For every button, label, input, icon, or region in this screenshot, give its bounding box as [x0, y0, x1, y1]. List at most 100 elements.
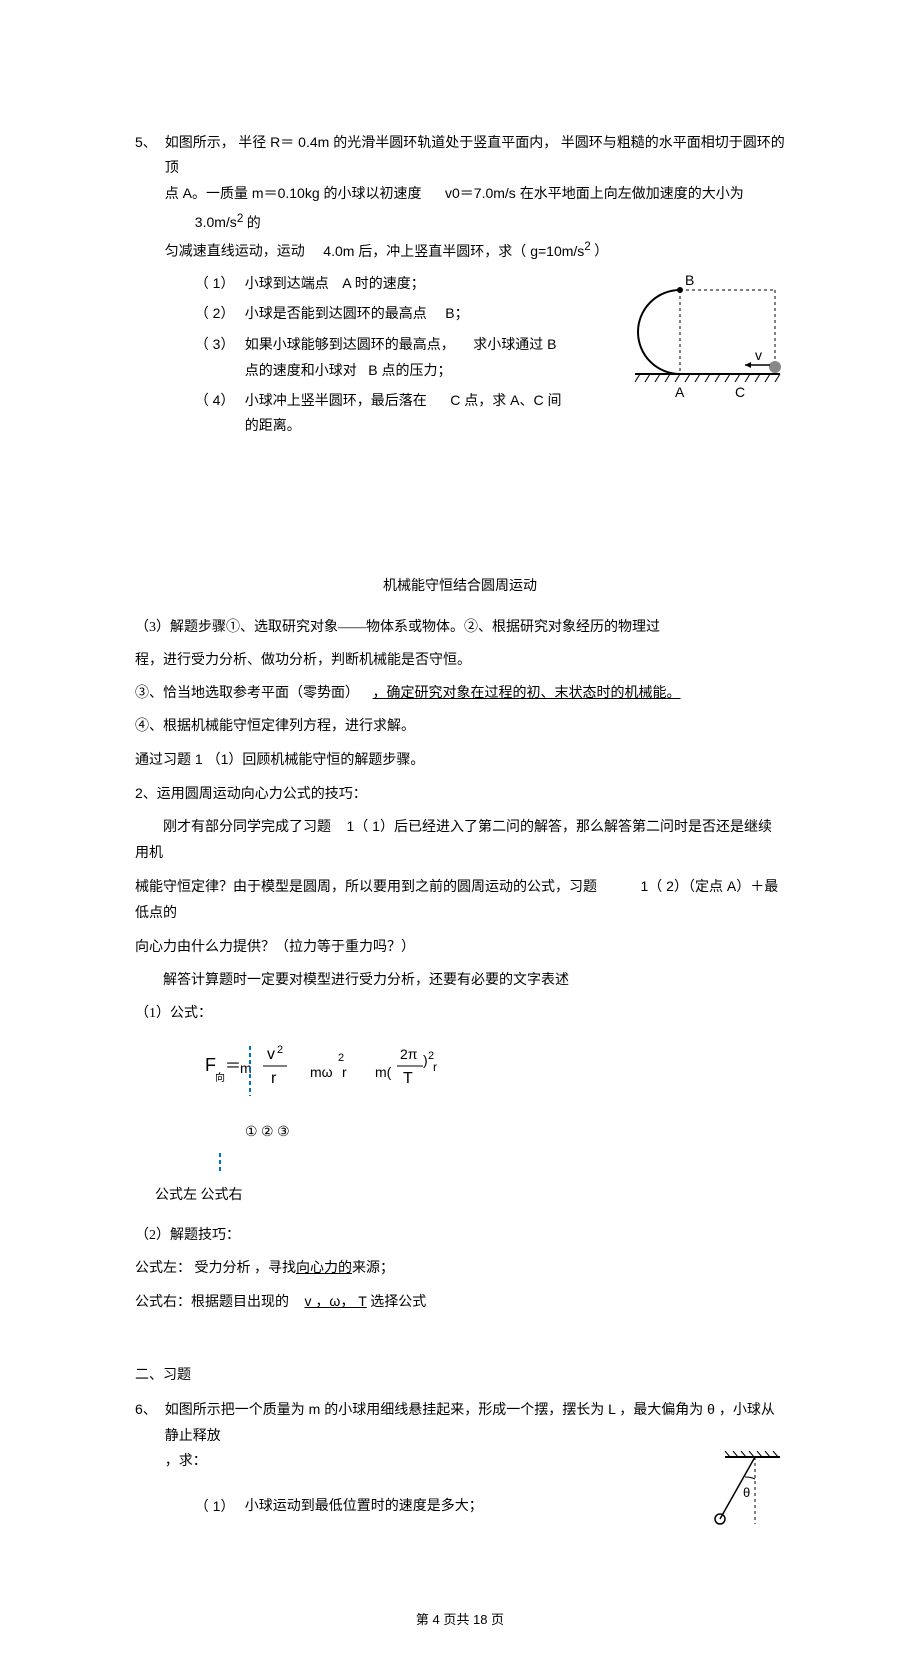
question-5: 5、 如图所示， 半径 R＝ 0.4m 的光滑半圆环轨道处于竖直平面内， 半圆环…: [135, 130, 785, 444]
q5-line2d: 的: [243, 216, 261, 231]
q5-sub4-text: 小球冲上竖半圆环，最后落在 C 点，求 A、C 间 的距离。: [245, 388, 585, 439]
q6-text: 如图所示把一个质量为 m 的小球用细线悬挂起来，形成一个摆，摆长为 L ，最大偏…: [165, 1401, 775, 1443]
page-footer: 第 4 页共 18 页: [135, 1608, 785, 1631]
svg-text:): ): [423, 1052, 428, 1068]
para-1: （3）解题步骤①、选取研究对象——物体系或物体。②、根据研究对象经历的物理过: [135, 615, 785, 640]
question-6: 6、 如图所示把一个质量为 m 的小球用细线悬挂起来，形成一个摆，摆长为 L ，…: [135, 1397, 785, 1549]
para-9: 向心力由什么力提供？（拉力等于重力吗？）: [135, 935, 785, 960]
svg-text:＝: ＝: [225, 1058, 241, 1075]
q5-line3: 匀减速直线运动，运动: [165, 245, 305, 260]
formula-bottom: 公式左 公式右: [155, 1183, 785, 1208]
para-8: 械能守恒定律？由于模型是圆周，所以要用到之前的圆周运动的公式，习题 1（ 2）（…: [135, 874, 785, 926]
q5-sub1b: A 时的速度；: [342, 275, 424, 291]
q5-sub2-text: 小球是否能到达圆环的最高点 B；: [245, 301, 585, 327]
q5-sub3c: 点的速度和小球对: [245, 364, 357, 379]
svg-text:2: 2: [338, 1052, 344, 1064]
q6-text2: ，求：: [165, 1454, 207, 1469]
para-11: （1）公式：: [135, 1001, 785, 1026]
q5-sub3: （ 3） 如果小球能够到达圆环的最高点， 求小球通过 B 点的速度和小球对 B …: [195, 332, 585, 384]
para-14: 公式右：根据题目出现的 v ，ω， T 选择公式: [135, 1289, 785, 1315]
formula-dashed-line: [205, 1153, 325, 1173]
q5-sub3b: 求小球通过 B: [473, 336, 556, 352]
para-5: 通过习题 1 （1）回顾机械能守恒的解题步骤。: [135, 747, 785, 772]
para-3b: ，确定研究对象在过程的初: [373, 686, 541, 701]
label-v: v: [755, 347, 762, 363]
q5-intro2: 半径 R＝ 0.4m 的光滑半圆环轨道处于竖直平面内，: [238, 134, 557, 150]
q5-sub3d: B 点的压力；: [368, 362, 451, 378]
q5-sub3-num: （ 3）: [195, 332, 245, 384]
q6-sub1: （ 1） 小球运动到最低位置时的速度是多大；: [195, 1494, 685, 1519]
para-10: 解答计算题时一定要对模型进行受力分析，还要有必要的文字表述: [135, 968, 785, 993]
para-13: 公式左： 受力分析 ，寻找向心力的来源；: [135, 1256, 785, 1281]
para-13u: 向心力的: [296, 1261, 352, 1276]
q6-body: 如图所示把一个质量为 m 的小球用细线悬挂起来，形成一个摆，摆长为 L ，最大偏…: [165, 1397, 785, 1549]
svg-text:2: 2: [277, 1044, 283, 1056]
q5-sub3-text: 如果小球能够到达圆环的最高点， 求小球通过 B 点的速度和小球对 B 点的压力；: [245, 332, 585, 384]
q6-sub1-num: （ 1）: [195, 1494, 245, 1519]
para-14u: v ，ω， T: [305, 1293, 367, 1309]
para-12: （2）解题技巧：: [135, 1223, 785, 1248]
label-B: B: [685, 272, 694, 288]
q5-line3c: ）: [591, 245, 609, 260]
q6-sub1-text: 小球运动到最低位置时的速度是多大；: [245, 1494, 685, 1519]
para-3: ③、恰当地选取参考平面（零势面） ，确定研究对象在过程的初、末状态时的机械能。: [135, 681, 785, 706]
q5-line3b: 4.0m 后，冲上竖直半圆环，求（ g=10m/s: [323, 243, 584, 259]
q5-sub2: （ 2） 小球是否能到达圆环的最高点 B；: [195, 301, 585, 327]
para-13b: 来源；: [352, 1261, 394, 1276]
para-3u: 、末状态时的机械能。: [541, 686, 681, 701]
section-title: 机械能守恒结合圆周运动: [135, 574, 785, 599]
para-13a: 公式左： 受力分析 ，寻找: [135, 1261, 296, 1276]
label-C: C: [735, 384, 745, 400]
svg-text:T: T: [403, 1070, 413, 1087]
label-theta: θ: [743, 1485, 750, 1500]
formula-labels-text: ① ② ③: [245, 1125, 290, 1140]
formula-labels: ① ② ③: [245, 1120, 785, 1145]
svg-text:m(: m(: [375, 1064, 392, 1080]
q6-header: 6、 如图所示把一个质量为 m 的小球用细线悬挂起来，形成一个摆，摆长为 L ，…: [135, 1397, 785, 1549]
q5-sub1-num: （ 1）: [195, 271, 245, 297]
q5-body: 如图所示， 半径 R＝ 0.4m 的光滑半圆环轨道处于竖直平面内， 半圆环与粗糙…: [165, 130, 785, 444]
q5-sub2b: B；: [445, 305, 468, 321]
svg-text:F: F: [205, 1055, 216, 1075]
svg-text:向: 向: [215, 1071, 225, 1084]
svg-text:r: r: [271, 1070, 277, 1087]
para-2: 程，进行受力分析、做功分析，判断机械能是否守恒。: [135, 648, 785, 673]
q5-intro1: 如图所示，: [165, 136, 235, 151]
para-7: 刚才有部分同学完成了习题 1（ 1）后已经进入了第二问的解答，那么解答第二问时是…: [135, 814, 785, 866]
q5-header: 5、 如图所示， 半径 R＝ 0.4m 的光滑半圆环轨道处于竖直平面内， 半圆环…: [135, 130, 785, 444]
para-3a: ③、恰当地选取参考平面（零势面）: [135, 686, 359, 701]
q5-sub4c: 的距离。: [245, 419, 301, 434]
q5-sub1: （ 1） 小球到达端点 A 时的速度；: [195, 271, 585, 297]
q5-sub4a: 小球冲上竖半圆环，最后落在: [245, 394, 427, 409]
q5-line2a: 点 A。一质量 m＝0.10kg 的小球以初速度: [165, 185, 422, 201]
svg-text:v: v: [267, 1046, 275, 1063]
q5-number: 5、: [135, 130, 157, 444]
q5-diagram: v B A C: [595, 265, 785, 444]
svg-text:mω: mω: [310, 1064, 333, 1080]
q6-number: 6、: [135, 1397, 157, 1549]
q5-sub1a: 小球到达端点: [245, 277, 329, 292]
label-A: A: [675, 384, 685, 400]
para-8a: 械能守恒定律？由于模型是圆周，所以要用到之前的圆周运动的公式，习题: [135, 880, 597, 895]
q5-sub3a: 如果小球能够到达圆环的最高点，: [245, 338, 455, 353]
q5-sub4: （ 4） 小球冲上竖半圆环，最后落在 C 点，求 A、C 间 的距离。: [195, 388, 585, 439]
para-4: ④、根据机械能守恒定律列方程，进行求解。: [135, 714, 785, 739]
formula-icon: F 向 ＝ m v 2 r mω 2 r m( 2π T ) 2 r: [175, 1041, 495, 1101]
svg-text:r: r: [342, 1064, 347, 1080]
semicircle-track-icon: v B A C: [595, 265, 785, 435]
svg-text:r: r: [433, 1060, 437, 1074]
q5-sub1-text: 小球到达端点 A 时的速度；: [245, 271, 585, 297]
q5-sub2-num: （ 2）: [195, 301, 245, 327]
pendulum-icon: θ: [695, 1449, 785, 1539]
section2-title: 二、习题: [135, 1363, 785, 1388]
para-6: 2、运用圆周运动向心力公式的技巧：: [135, 781, 785, 806]
q5-sub4-num: （ 4）: [195, 388, 245, 439]
q6-diagram: θ: [695, 1449, 785, 1548]
q5-line2b: v0＝7.0m/s 在水平地面上向左做加速度的大小为: [445, 185, 744, 201]
q5-sub4b: C 点，求 A、C 间: [450, 392, 561, 408]
svg-text:2π: 2π: [400, 1046, 418, 1062]
para-7a: 刚才有部分同学完成了习题: [163, 820, 331, 835]
centripetal-formula: F 向 ＝ m v 2 r mω 2 r m( 2π T ) 2 r: [175, 1041, 785, 1110]
q5-line2c: 3.0m/s: [195, 214, 237, 230]
q5-sub2a: 小球是否能到达圆环的最高点: [245, 307, 427, 322]
